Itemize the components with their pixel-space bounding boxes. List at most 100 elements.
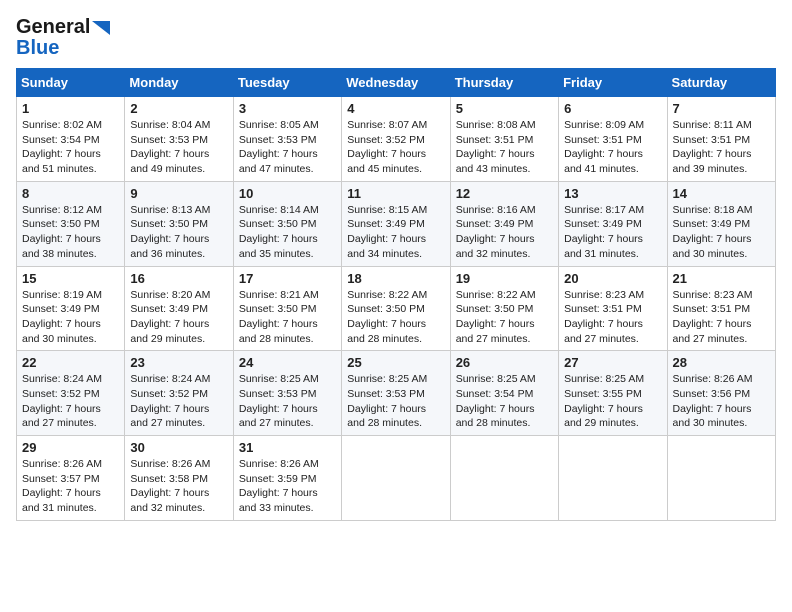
calendar-cell: 8 Sunrise: 8:12 AM Sunset: 3:50 PM Dayli… (17, 181, 125, 266)
day-info: Sunrise: 8:24 AM Sunset: 3:52 PM Dayligh… (22, 372, 119, 431)
calendar-cell (559, 436, 667, 521)
day-info: Sunrise: 8:11 AM Sunset: 3:51 PM Dayligh… (673, 118, 770, 177)
calendar-cell: 17 Sunrise: 8:21 AM Sunset: 3:50 PM Dayl… (233, 266, 341, 351)
day-info: Sunrise: 8:26 AM Sunset: 3:59 PM Dayligh… (239, 457, 336, 516)
day-info: Sunrise: 8:02 AM Sunset: 3:54 PM Dayligh… (22, 118, 119, 177)
day-info: Sunrise: 8:22 AM Sunset: 3:50 PM Dayligh… (456, 288, 553, 347)
day-number: 25 (347, 355, 444, 370)
day-info: Sunrise: 8:16 AM Sunset: 3:49 PM Dayligh… (456, 203, 553, 262)
day-info: Sunrise: 8:25 AM Sunset: 3:55 PM Dayligh… (564, 372, 661, 431)
calendar-cell: 16 Sunrise: 8:20 AM Sunset: 3:49 PM Dayl… (125, 266, 233, 351)
calendar-table: SundayMondayTuesdayWednesdayThursdayFrid… (16, 68, 776, 521)
day-number: 7 (673, 101, 770, 116)
logo-general-text: General (16, 16, 90, 39)
day-number: 8 (22, 186, 119, 201)
calendar-cell: 5 Sunrise: 8:08 AM Sunset: 3:51 PM Dayli… (450, 97, 558, 182)
logo-blue-text: Blue (16, 37, 59, 60)
day-info: Sunrise: 8:08 AM Sunset: 3:51 PM Dayligh… (456, 118, 553, 177)
calendar-cell: 14 Sunrise: 8:18 AM Sunset: 3:49 PM Dayl… (667, 181, 775, 266)
calendar-cell: 13 Sunrise: 8:17 AM Sunset: 3:49 PM Dayl… (559, 181, 667, 266)
header: General Blue (16, 16, 776, 60)
day-number: 12 (456, 186, 553, 201)
day-info: Sunrise: 8:19 AM Sunset: 3:49 PM Dayligh… (22, 288, 119, 347)
day-info: Sunrise: 8:09 AM Sunset: 3:51 PM Dayligh… (564, 118, 661, 177)
calendar-cell: 27 Sunrise: 8:25 AM Sunset: 3:55 PM Dayl… (559, 351, 667, 436)
weekday-header-saturday: Saturday (667, 69, 775, 97)
day-info: Sunrise: 8:23 AM Sunset: 3:51 PM Dayligh… (564, 288, 661, 347)
day-number: 21 (673, 271, 770, 286)
day-info: Sunrise: 8:04 AM Sunset: 3:53 PM Dayligh… (130, 118, 227, 177)
day-number: 26 (456, 355, 553, 370)
logo-triangle-icon (92, 21, 110, 35)
calendar-cell: 1 Sunrise: 8:02 AM Sunset: 3:54 PM Dayli… (17, 97, 125, 182)
weekday-header-wednesday: Wednesday (342, 69, 450, 97)
weekday-header-sunday: Sunday (17, 69, 125, 97)
calendar-cell: 12 Sunrise: 8:16 AM Sunset: 3:49 PM Dayl… (450, 181, 558, 266)
calendar-cell: 4 Sunrise: 8:07 AM Sunset: 3:52 PM Dayli… (342, 97, 450, 182)
calendar-cell: 10 Sunrise: 8:14 AM Sunset: 3:50 PM Dayl… (233, 181, 341, 266)
day-number: 10 (239, 186, 336, 201)
day-number: 22 (22, 355, 119, 370)
day-number: 31 (239, 440, 336, 455)
calendar-cell: 2 Sunrise: 8:04 AM Sunset: 3:53 PM Dayli… (125, 97, 233, 182)
day-info: Sunrise: 8:18 AM Sunset: 3:49 PM Dayligh… (673, 203, 770, 262)
weekday-header-monday: Monday (125, 69, 233, 97)
day-info: Sunrise: 8:25 AM Sunset: 3:53 PM Dayligh… (239, 372, 336, 431)
day-info: Sunrise: 8:26 AM Sunset: 3:57 PM Dayligh… (22, 457, 119, 516)
day-info: Sunrise: 8:05 AM Sunset: 3:53 PM Dayligh… (239, 118, 336, 177)
calendar-cell: 29 Sunrise: 8:26 AM Sunset: 3:57 PM Dayl… (17, 436, 125, 521)
calendar-cell: 30 Sunrise: 8:26 AM Sunset: 3:58 PM Dayl… (125, 436, 233, 521)
day-number: 5 (456, 101, 553, 116)
day-info: Sunrise: 8:12 AM Sunset: 3:50 PM Dayligh… (22, 203, 119, 262)
day-number: 1 (22, 101, 119, 116)
calendar-cell: 25 Sunrise: 8:25 AM Sunset: 3:53 PM Dayl… (342, 351, 450, 436)
calendar-cell: 18 Sunrise: 8:22 AM Sunset: 3:50 PM Dayl… (342, 266, 450, 351)
calendar-cell: 22 Sunrise: 8:24 AM Sunset: 3:52 PM Dayl… (17, 351, 125, 436)
calendar-cell: 20 Sunrise: 8:23 AM Sunset: 3:51 PM Dayl… (559, 266, 667, 351)
day-number: 24 (239, 355, 336, 370)
day-info: Sunrise: 8:25 AM Sunset: 3:53 PM Dayligh… (347, 372, 444, 431)
day-number: 9 (130, 186, 227, 201)
calendar-cell: 23 Sunrise: 8:24 AM Sunset: 3:52 PM Dayl… (125, 351, 233, 436)
calendar-cell: 15 Sunrise: 8:19 AM Sunset: 3:49 PM Dayl… (17, 266, 125, 351)
calendar-cell (342, 436, 450, 521)
calendar-cell: 26 Sunrise: 8:25 AM Sunset: 3:54 PM Dayl… (450, 351, 558, 436)
day-info: Sunrise: 8:26 AM Sunset: 3:58 PM Dayligh… (130, 457, 227, 516)
calendar-cell: 24 Sunrise: 8:25 AM Sunset: 3:53 PM Dayl… (233, 351, 341, 436)
calendar-cell: 21 Sunrise: 8:23 AM Sunset: 3:51 PM Dayl… (667, 266, 775, 351)
calendar-cell: 19 Sunrise: 8:22 AM Sunset: 3:50 PM Dayl… (450, 266, 558, 351)
day-number: 2 (130, 101, 227, 116)
calendar-cell: 28 Sunrise: 8:26 AM Sunset: 3:56 PM Dayl… (667, 351, 775, 436)
calendar-cell (667, 436, 775, 521)
weekday-header-friday: Friday (559, 69, 667, 97)
weekday-header-tuesday: Tuesday (233, 69, 341, 97)
day-number: 3 (239, 101, 336, 116)
day-number: 30 (130, 440, 227, 455)
day-info: Sunrise: 8:13 AM Sunset: 3:50 PM Dayligh… (130, 203, 227, 262)
day-number: 27 (564, 355, 661, 370)
day-number: 6 (564, 101, 661, 116)
day-info: Sunrise: 8:07 AM Sunset: 3:52 PM Dayligh… (347, 118, 444, 177)
day-info: Sunrise: 8:25 AM Sunset: 3:54 PM Dayligh… (456, 372, 553, 431)
day-number: 20 (564, 271, 661, 286)
day-number: 15 (22, 271, 119, 286)
day-number: 23 (130, 355, 227, 370)
calendar-cell: 6 Sunrise: 8:09 AM Sunset: 3:51 PM Dayli… (559, 97, 667, 182)
day-number: 28 (673, 355, 770, 370)
day-info: Sunrise: 8:26 AM Sunset: 3:56 PM Dayligh… (673, 372, 770, 431)
day-number: 14 (673, 186, 770, 201)
logo: General Blue (16, 16, 110, 60)
calendar-cell: 9 Sunrise: 8:13 AM Sunset: 3:50 PM Dayli… (125, 181, 233, 266)
calendar-cell: 11 Sunrise: 8:15 AM Sunset: 3:49 PM Dayl… (342, 181, 450, 266)
day-info: Sunrise: 8:21 AM Sunset: 3:50 PM Dayligh… (239, 288, 336, 347)
day-number: 19 (456, 271, 553, 286)
day-number: 16 (130, 271, 227, 286)
day-info: Sunrise: 8:20 AM Sunset: 3:49 PM Dayligh… (130, 288, 227, 347)
day-info: Sunrise: 8:22 AM Sunset: 3:50 PM Dayligh… (347, 288, 444, 347)
day-number: 4 (347, 101, 444, 116)
weekday-header-thursday: Thursday (450, 69, 558, 97)
logo-container: General Blue (16, 16, 110, 60)
calendar-cell: 7 Sunrise: 8:11 AM Sunset: 3:51 PM Dayli… (667, 97, 775, 182)
day-number: 17 (239, 271, 336, 286)
calendar-cell (450, 436, 558, 521)
